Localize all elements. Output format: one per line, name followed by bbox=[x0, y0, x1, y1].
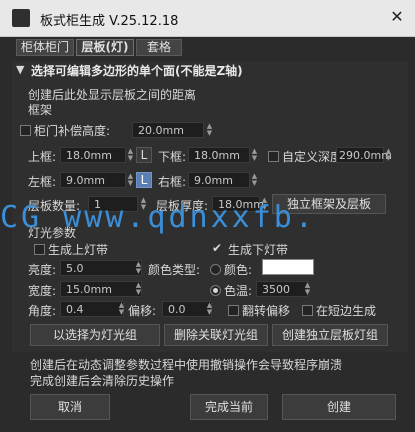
temperature-spinner-icon[interactable]: ▲ ▼ bbox=[304, 282, 311, 296]
top-frame-label: 上框: bbox=[28, 150, 57, 164]
app-icon bbox=[12, 9, 30, 27]
cancel-button[interactable]: 取消 bbox=[30, 394, 110, 420]
short-edge-label: 在短边生成 bbox=[316, 304, 377, 318]
tab-shelf-light[interactable]: 层板(灯) bbox=[76, 39, 134, 56]
flip-offset-label: 翻转偏移 bbox=[242, 304, 291, 318]
independent-frame-button[interactable]: 独立框架及层板 bbox=[272, 194, 386, 214]
delete-light-group-button[interactable]: 删除关联灯光组 bbox=[164, 324, 268, 346]
angle-field[interactable]: 0.4 bbox=[60, 301, 124, 317]
finish-current-button[interactable]: 完成当前 bbox=[190, 394, 268, 420]
temperature-option-label: 色温: bbox=[224, 284, 253, 298]
shelf-thickness-field[interactable]: 18.0mm bbox=[212, 196, 264, 212]
left-frame-label: 左框: bbox=[28, 175, 57, 189]
angle-label: 角度: bbox=[28, 304, 57, 318]
color-option-label: 颜色: bbox=[224, 263, 253, 277]
bottom-frame-field[interactable]: 18.0mm bbox=[188, 147, 250, 163]
brightness-label: 亮度: bbox=[28, 263, 57, 277]
door-comp-checkbox[interactable] bbox=[20, 125, 31, 136]
note-line-2: 完成创建后会清除历史操作 bbox=[30, 374, 175, 388]
note-line-1: 创建后在动态调整参数过程中使用撤销操作会导致程序崩溃 bbox=[30, 358, 343, 372]
offset-label: 偏移: bbox=[128, 304, 157, 318]
right-frame-label: 右框: bbox=[158, 175, 187, 189]
top-frame-spinner-icon[interactable]: ▲ ▼ bbox=[127, 148, 134, 162]
right-frame-field[interactable]: 9.0mm bbox=[188, 172, 250, 188]
gen-bottom-light-label: 生成下灯带 bbox=[228, 243, 289, 257]
angle-spinner-icon[interactable]: ▲ ▼ bbox=[118, 302, 125, 316]
width-label: 宽度: bbox=[28, 284, 57, 298]
brightness-spinner-icon[interactable]: ▲ ▼ bbox=[135, 261, 142, 275]
shelf-thickness-label: 层板厚度: bbox=[156, 199, 209, 213]
temperature-field[interactable]: 3500 bbox=[256, 281, 308, 297]
door-comp-field[interactable]: 20.0mm bbox=[132, 122, 204, 138]
custom-depth-field[interactable]: 290.0mm bbox=[336, 147, 392, 163]
offset-spinner-icon[interactable]: ▲ ▼ bbox=[206, 302, 213, 316]
title-bar: 板式柜生成 V.25.12.18 ✕ bbox=[0, 0, 415, 37]
link-left-right-button[interactable]: L bbox=[136, 172, 152, 188]
top-frame-field[interactable]: 18.0mm bbox=[60, 147, 126, 163]
short-edge-checkbox[interactable] bbox=[302, 305, 313, 316]
tab-cabinet-door[interactable]: 柜体柜门 bbox=[16, 39, 74, 56]
shelf-count-field[interactable]: 1 bbox=[88, 196, 138, 212]
width-spinner-icon[interactable]: ▲ ▼ bbox=[135, 282, 142, 296]
shelf-thickness-spinner-icon[interactable]: ▲ ▼ bbox=[261, 197, 268, 211]
bottom-frame-spinner-icon[interactable]: ▲ ▼ bbox=[251, 148, 258, 162]
color-radio[interactable] bbox=[210, 264, 221, 275]
info-line: 创建后此处显示层板之间的距离 bbox=[28, 88, 197, 102]
bottom-frame-label: 下框: bbox=[158, 150, 187, 164]
gen-top-light-checkbox[interactable] bbox=[34, 244, 45, 255]
left-frame-spinner-icon[interactable]: ▲ ▼ bbox=[127, 173, 134, 187]
shelf-count-label: 层板数量: bbox=[28, 199, 81, 213]
color-type-label: 颜色类型: bbox=[148, 263, 201, 277]
checkmark-icon[interactable]: ✔ bbox=[212, 241, 222, 255]
section-header: 选择可编辑多边形的单个面(不能是Z轴) bbox=[31, 64, 243, 78]
color-swatch[interactable] bbox=[262, 259, 314, 275]
flip-offset-checkbox[interactable] bbox=[228, 305, 239, 316]
create-independent-light-button[interactable]: 创建独立层板灯组 bbox=[272, 324, 388, 346]
select-as-light-group-button[interactable]: 以选择为灯光组 bbox=[30, 324, 160, 346]
door-comp-label: 柜门补偿高度: bbox=[34, 124, 111, 138]
left-frame-field[interactable]: 9.0mm bbox=[60, 172, 126, 188]
window-title: 板式柜生成 V.25.12.18 bbox=[40, 14, 179, 29]
gen-top-light-label: 生成上灯带 bbox=[48, 243, 109, 257]
right-frame-spinner-icon[interactable]: ▲ ▼ bbox=[251, 173, 258, 187]
custom-depth-spinner-icon[interactable]: ▲ ▼ bbox=[385, 148, 392, 162]
collapse-icon[interactable]: ▼ bbox=[16, 63, 24, 76]
frame-group-label: 框架 bbox=[28, 103, 53, 117]
shelf-count-spinner-icon[interactable]: ▲ ▼ bbox=[140, 197, 147, 211]
close-icon[interactable]: ✕ bbox=[386, 6, 408, 28]
door-comp-spinner-icon[interactable]: ▲ ▼ bbox=[206, 123, 213, 137]
create-button[interactable]: 创建 bbox=[282, 394, 396, 420]
tab-grid[interactable]: 套格 bbox=[136, 39, 182, 56]
offset-field[interactable]: 0.0 bbox=[162, 301, 212, 317]
custom-depth-checkbox[interactable] bbox=[268, 151, 279, 162]
temperature-radio[interactable] bbox=[210, 285, 221, 296]
link-top-bottom-button[interactable]: L bbox=[136, 147, 152, 163]
light-group-label: 灯光参数 bbox=[28, 226, 77, 240]
width-field[interactable]: 15.0mm bbox=[60, 281, 142, 297]
brightness-field[interactable]: 5.0 bbox=[60, 260, 142, 276]
